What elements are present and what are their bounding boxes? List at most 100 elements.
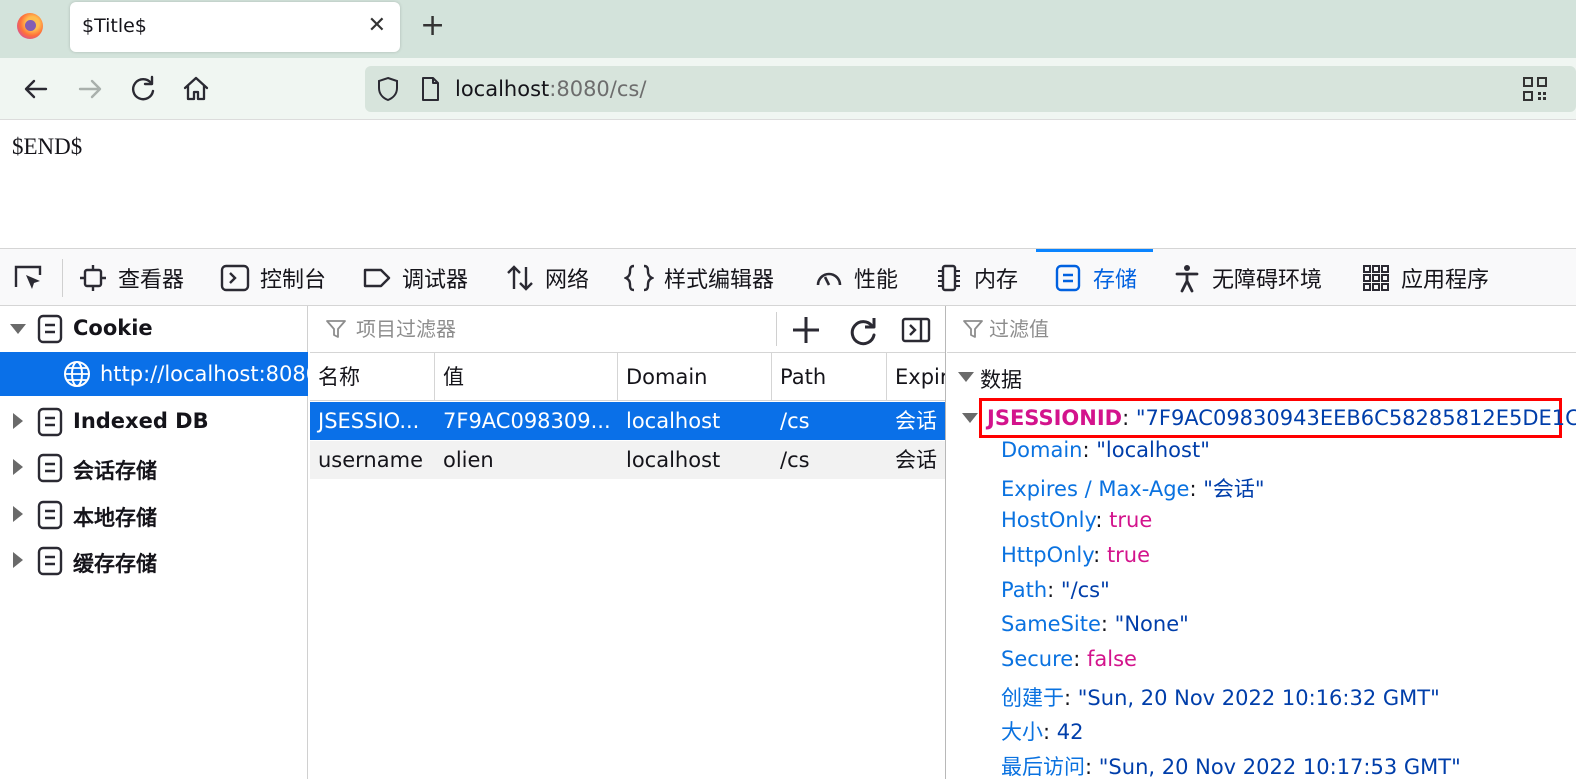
- cookie-name: JSESSIONID: [987, 406, 1123, 430]
- tab-label: 网络: [545, 267, 590, 293]
- tab-network[interactable]: 网络: [505, 249, 589, 306]
- tab-label: 样式编辑器: [664, 267, 775, 293]
- tab-console[interactable]: 控制台: [220, 249, 326, 306]
- storage-db-icon: [37, 500, 63, 530]
- collapse-triangle-icon[interactable]: [13, 459, 23, 475]
- page-body-text: $END$: [12, 134, 83, 159]
- prop-last-accessed: 最后访问: "Sun, 20 Nov 2022 10:17:53 GMT": [1001, 755, 1461, 779]
- page-info-icon[interactable]: [415, 74, 445, 104]
- globe-icon: [64, 361, 90, 387]
- cell-value: olien: [443, 448, 494, 472]
- table-row[interactable]: JSESSIO... 7F9AC098309... localhost /cs …: [310, 402, 945, 440]
- filter-separator: [776, 312, 777, 346]
- expand-triangle-icon[interactable]: [10, 324, 26, 334]
- values-filter-input[interactable]: [989, 315, 1549, 343]
- tab-label: 调试器: [402, 267, 469, 293]
- prop-size: 大小: 42: [1001, 720, 1084, 744]
- storage-tree: Cookie http://localhost:8080 Indexed DB …: [0, 306, 308, 779]
- storage-db-icon: [37, 453, 63, 483]
- home-icon[interactable]: [179, 72, 213, 106]
- cookie-object-row[interactable]: JSESSIONID: "7F9AC09830943EEB6C58285812E…: [947, 398, 1576, 438]
- tree-item-local-storage[interactable]: 本地存储: [0, 492, 308, 536]
- cell-domain: localhost: [626, 448, 721, 472]
- tree-label: 缓存存储: [73, 552, 157, 576]
- debugger-icon: [363, 268, 391, 287]
- new-tab-plus-icon[interactable]: +: [420, 8, 445, 44]
- back-arrow-icon[interactable]: [19, 72, 53, 106]
- tree-label: 会话存储: [73, 459, 157, 483]
- cell-path: /cs: [780, 409, 810, 433]
- expand-triangle-icon[interactable]: [958, 372, 974, 382]
- tree-label: http://localhost:8080: [100, 362, 308, 386]
- element-picker-icon[interactable]: [12, 263, 46, 293]
- inspector-icon: [80, 264, 106, 291]
- reload-icon[interactable]: [126, 72, 160, 106]
- section-label: 数据: [980, 368, 1022, 392]
- tree-item-indexed-db[interactable]: Indexed DB: [0, 399, 308, 443]
- tab-performance[interactable]: 性能: [814, 249, 898, 306]
- style-editor-icon: [624, 264, 654, 291]
- tab-application[interactable]: 应用程序: [1361, 249, 1489, 306]
- prop-expires: Expires / Max-Age: "会话": [1001, 477, 1265, 501]
- url-text[interactable]: localhost:8080/cs/: [455, 77, 646, 101]
- items-filter-input[interactable]: [356, 315, 776, 343]
- close-tab-icon[interactable]: ✕: [368, 13, 386, 38]
- cell-name: JSESSIO...: [318, 409, 420, 433]
- filter-funnel-icon: [963, 320, 983, 338]
- table-header: 名称 值 Domain Path Expir: [310, 353, 945, 401]
- page-content: $END$: [0, 120, 1576, 248]
- column-header-domain[interactable]: Domain: [618, 353, 772, 401]
- toggle-sidebar-icon[interactable]: [900, 314, 932, 346]
- cookie-value: "7F9AC09830943EEB6C58285812E5DE1C": [1135, 406, 1576, 430]
- filter-funnel-icon: [326, 320, 346, 338]
- tab-accessibility[interactable]: 无障碍环境: [1172, 249, 1322, 306]
- add-item-plus-icon[interactable]: [790, 314, 822, 346]
- tab-storage[interactable]: 存储: [1035, 249, 1154, 306]
- collapse-triangle-icon[interactable]: [13, 413, 23, 429]
- detail-filter-bar: [947, 306, 1576, 353]
- column-header-path[interactable]: Path: [772, 353, 887, 401]
- storage-db-icon: [37, 314, 63, 344]
- tab-style-editor[interactable]: 样式编辑器: [624, 249, 774, 306]
- tab-memory[interactable]: 内存: [934, 249, 1018, 306]
- column-header-name[interactable]: 名称: [310, 353, 435, 401]
- tab-debugger[interactable]: 调试器: [362, 249, 468, 306]
- tab-label: 控制台: [260, 267, 327, 293]
- firefox-logo-icon[interactable]: [17, 13, 43, 39]
- tree-item-cookie[interactable]: Cookie: [0, 306, 308, 350]
- tree-label: Indexed DB: [73, 409, 209, 433]
- network-icon: [507, 264, 533, 291]
- console-icon: [220, 264, 250, 291]
- browser-tab[interactable]: $Title$ ✕: [70, 2, 400, 52]
- table-filter-bar: [310, 306, 945, 353]
- tree-item-cookie-host[interactable]: http://localhost:8080: [0, 352, 308, 396]
- refresh-icon[interactable]: [846, 314, 878, 346]
- prop-samesite: SameSite: "None": [1001, 612, 1189, 636]
- cell-path: /cs: [780, 448, 810, 472]
- collapse-triangle-icon[interactable]: [13, 506, 23, 522]
- navigation-bar: localhost:8080/cs/: [0, 58, 1576, 120]
- collapse-triangle-icon[interactable]: [13, 552, 23, 568]
- expand-triangle-icon[interactable]: [962, 413, 978, 423]
- memory-icon: [938, 264, 960, 291]
- tab-inspector[interactable]: 查看器: [78, 249, 184, 306]
- tab-label: 内存: [974, 267, 1019, 293]
- table-row[interactable]: username olien localhost /cs 会话: [310, 441, 945, 479]
- tab-label: 存储: [1093, 267, 1138, 293]
- prop-httponly: HttpOnly: true: [1001, 543, 1151, 567]
- column-header-value[interactable]: 值: [435, 353, 618, 401]
- url-bar[interactable]: localhost:8080/cs/: [365, 66, 1576, 112]
- tracking-shield-icon[interactable]: [373, 74, 403, 104]
- prop-created: 创建于: "Sun, 20 Nov 2022 10:16:32 GMT": [1001, 686, 1440, 710]
- forward-arrow-icon[interactable]: [73, 72, 107, 106]
- tree-item-cache-storage[interactable]: 缓存存储: [0, 538, 308, 582]
- column-header-expires[interactable]: Expir: [887, 353, 945, 401]
- tab-label: 无障碍环境: [1212, 267, 1323, 293]
- qr-code-icon[interactable]: [1522, 76, 1548, 102]
- tree-label: Cookie: [73, 316, 153, 340]
- cookie-name-value: JSESSIONID: "7F9AC09830943EEB6C58285812E…: [987, 403, 1576, 433]
- cookie-table-pane: 名称 值 Domain Path Expir JSESSIO... 7F9AC0…: [310, 306, 946, 779]
- application-icon: [1363, 264, 1389, 291]
- data-section-header[interactable]: 数据: [947, 356, 1576, 396]
- tree-item-session-storage[interactable]: 会话存储: [0, 445, 308, 489]
